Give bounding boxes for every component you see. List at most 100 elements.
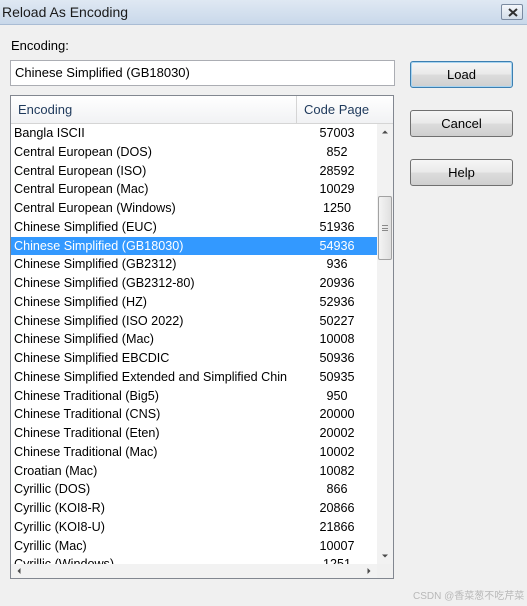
code-page-value: 50227 [319, 313, 355, 328]
code-page-value: 50936 [319, 351, 355, 365]
arrow-up-icon [382, 130, 388, 134]
column-header-code-page[interactable]: Code Page [298, 96, 393, 124]
list-item[interactable]: Chinese Simplified (GB2312) 936 [11, 255, 377, 274]
code-page-value: 10029 [319, 182, 355, 197]
list-item[interactable]: Chinese Traditional (Eten) 20002 [11, 424, 377, 443]
list-item[interactable]: Chinese Traditional (Mac) 10002 [11, 443, 377, 462]
code-page-value: 866 [326, 482, 348, 497]
list-item[interactable]: Croatian (Mac) 10082 [11, 462, 377, 481]
encoding-name: Chinese Simplified Extended and Simplifi… [14, 369, 288, 384]
encoding-name: Cyrillic (DOS) [14, 482, 91, 497]
code-page-value: 10007 [319, 538, 355, 553]
encoding-label: Encoding: [11, 38, 69, 53]
column-header-encoding[interactable]: Encoding [11, 96, 297, 124]
grip-icon [382, 225, 388, 231]
encoding-name: Central European (DOS) [14, 144, 152, 159]
scroll-thumb[interactable] [378, 196, 392, 260]
code-page-value: 852 [326, 144, 348, 159]
encoding-name: Cyrillic (Windows) [14, 555, 297, 564]
code-page-value: 54936 [319, 238, 355, 253]
code-page-value: 1250 [322, 201, 352, 215]
encoding-name: Bangla ISCII [14, 126, 85, 140]
close-button[interactable] [501, 4, 523, 20]
encoding-name: Chinese Traditional (Eten) [14, 426, 160, 440]
list-item[interactable]: Chinese Simplified EBCDIC 50936 [11, 349, 377, 368]
arrow-left-icon [17, 568, 21, 574]
close-icon [508, 8, 518, 17]
encoding-name: Chinese Simplified (GB2312) [14, 257, 177, 272]
title-bar: Reload As Encoding [0, 0, 527, 25]
list-item[interactable]: Central European (Windows) 1250 [11, 199, 377, 218]
list-item[interactable]: Chinese Simplified (EUC) 51936 [11, 218, 377, 237]
list-item[interactable]: Chinese Simplified (GB2312-80) 20936 [11, 274, 377, 293]
code-page-value: 52936 [319, 294, 355, 309]
scroll-down-button[interactable] [377, 548, 393, 564]
code-page-value: 28592 [319, 163, 355, 178]
code-page-value: 936 [326, 257, 348, 272]
list-rows: Bangla ISCII 57003 Central European (DOS) 8… [11, 124, 377, 564]
encoding-name: Chinese Traditional (Mac) [14, 444, 158, 459]
list-item[interactable]: Central European (ISO) 28592 [11, 162, 377, 181]
encoding-name: Cyrillic (KOI8-R) [14, 501, 105, 515]
encoding-name: Chinese Traditional (CNS) [14, 407, 161, 422]
encoding-name: Chinese Simplified (ISO 2022) [14, 313, 184, 328]
arrow-down-icon [382, 554, 388, 558]
encoding-name: Chinese Simplified (GB2312-80) [14, 276, 195, 290]
list-header: Encoding Code Page [11, 96, 393, 124]
list-item[interactable]: Cyrillic (Windows)1251 [11, 555, 377, 564]
list-item[interactable]: Central European (DOS) 852 [11, 143, 377, 162]
horizontal-scrollbar[interactable] [11, 564, 377, 578]
list-item[interactable]: Bangla ISCII 57003 [11, 124, 377, 143]
encoding-name: Chinese Simplified (GB18030) [14, 238, 184, 253]
list-item[interactable]: Central European (Mac) 10029 [11, 180, 377, 199]
code-page-value: 57003 [319, 126, 355, 140]
list-item[interactable]: Chinese Simplified (ISO 2022) 50227 [11, 312, 377, 331]
code-page-value: 20002 [319, 426, 355, 440]
list-item[interactable]: Cyrillic (Mac) 10007 [11, 537, 377, 556]
encoding-name: Chinese Simplified (HZ) [14, 294, 147, 309]
code-page-value: 20866 [319, 501, 355, 515]
list-item[interactable]: Cyrillic (DOS) 866 [11, 480, 377, 499]
scroll-right-button[interactable] [361, 564, 377, 578]
encoding-name: Chinese Simplified EBCDIC [14, 351, 170, 365]
help-button[interactable]: Help [410, 159, 513, 186]
code-page-value: 950 [326, 388, 348, 403]
load-button[interactable]: Load [410, 61, 513, 88]
encoding-name: Cyrillic (Mac) [14, 538, 87, 553]
code-page-value: 1251 [297, 555, 377, 564]
list-item[interactable]: Chinese Simplified (Mac) 10008 [11, 330, 377, 349]
code-page-value: 51936 [319, 219, 355, 234]
list-item[interactable]: Chinese Simplified (HZ) 52936 [11, 293, 377, 312]
code-page-value: 10002 [319, 444, 355, 459]
cancel-button[interactable]: Cancel [410, 110, 513, 137]
scroll-left-button[interactable] [11, 564, 27, 578]
code-page-value: 10082 [319, 463, 355, 478]
encoding-name: Croatian (Mac) [14, 463, 98, 478]
code-page-value: 10008 [319, 332, 355, 347]
arrow-right-icon [367, 568, 371, 574]
list-item[interactable]: Chinese Traditional (CNS) 20000 [11, 405, 377, 424]
scroll-corner [377, 564, 393, 578]
encoding-name: Central European (ISO) [14, 163, 147, 178]
list-item[interactable]: Chinese Traditional (Big5) 950 [11, 387, 377, 406]
scroll-up-button[interactable] [377, 124, 393, 140]
watermark: CSDN @香菜葱不吃芹菜 [413, 591, 525, 602]
code-page-value: 21866 [319, 519, 355, 534]
code-page-value: 20936 [319, 276, 355, 290]
encoding-name: Chinese Traditional (Big5) [14, 388, 159, 403]
list-item[interactable]: Chinese Simplified (GB18030) 54936 [11, 236, 377, 256]
encoding-field[interactable]: Chinese Simplified (GB18030) [10, 60, 395, 86]
list-item[interactable]: Chinese Simplified Extended and Simplifi… [11, 368, 377, 387]
window-title: Reload As Encoding [2, 4, 129, 20]
encoding-name: Chinese Simplified (EUC) [14, 219, 157, 234]
encoding-list[interactable]: Encoding Code Page Bangla ISCII 57003 Cent… [10, 95, 394, 579]
list-item[interactable]: Cyrillic (KOI8-U) 21866 [11, 518, 377, 537]
list-item[interactable]: Cyrillic (KOI8-R) 20866 [11, 499, 377, 518]
code-page-value: 20000 [319, 407, 355, 422]
encoding-name: Cyrillic (KOI8-U) [14, 519, 105, 534]
vertical-scrollbar[interactable] [377, 124, 393, 564]
code-page-value: 50935 [319, 369, 355, 384]
encoding-name: Central European (Windows) [14, 201, 176, 215]
encoding-name: Central European (Mac) [14, 182, 149, 197]
encoding-name: Chinese Simplified (Mac) [14, 332, 154, 347]
